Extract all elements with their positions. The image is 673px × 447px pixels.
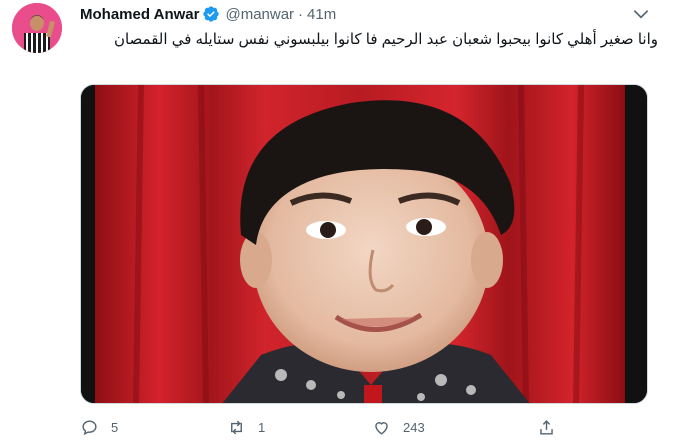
like-button[interactable]: 243 (372, 418, 425, 437)
author-name[interactable]: Mohamed Anwar (80, 6, 199, 23)
reply-count: 5 (111, 420, 119, 435)
tweet-text: وانا صغير أهلي كانوا بيحبوا شعبان عبد ال… (113, 31, 658, 48)
like-count: 243 (403, 420, 425, 435)
avatar[interactable] (12, 3, 62, 53)
retweet-button[interactable]: 1 (227, 418, 265, 437)
share-button[interactable] (537, 418, 556, 437)
reply-button[interactable]: 5 (80, 418, 118, 437)
retweet-icon (231, 420, 242, 435)
like-icon (375, 422, 388, 435)
retweet-count: 1 (258, 420, 266, 435)
verified-badge-icon (202, 5, 220, 23)
author-handle[interactable]: @manwar (225, 6, 294, 23)
share-icon (540, 420, 553, 435)
reply-icon (82, 420, 97, 436)
tweet-actions: 5 1 243 (80, 418, 580, 442)
tweet-photo[interactable] (80, 84, 648, 404)
separator-dot: · (298, 5, 304, 23)
more-caret-icon[interactable] (631, 4, 651, 24)
tweet-header: Mohamed Anwar @manwar · 41m (80, 4, 336, 24)
tweet[interactable]: Mohamed Anwar @manwar · 41m وانا صغير أه… (0, 0, 673, 447)
tweet-time[interactable]: 41m (307, 6, 336, 23)
